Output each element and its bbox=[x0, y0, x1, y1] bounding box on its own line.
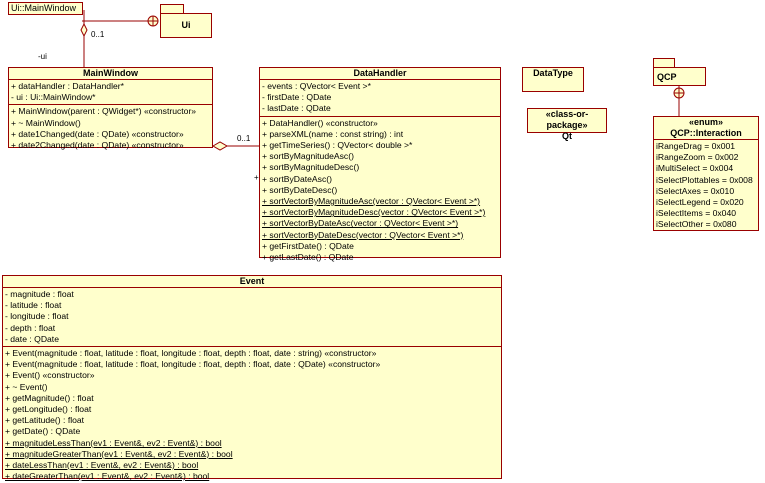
aggregation-diamond-dh bbox=[211, 141, 229, 151]
datatype-class[interactable]: DataType bbox=[522, 67, 584, 92]
datahandler-operation: + getFirstDate() : QDate bbox=[262, 240, 354, 251]
event-operation: + getLatitude() : float bbox=[5, 415, 85, 426]
mainwindow-class[interactable]: MainWindow + dataHandler : DataHandler* -… bbox=[8, 67, 213, 150]
qcp-package[interactable]: QCP bbox=[653, 67, 706, 86]
aggregation-diamond-ui bbox=[80, 22, 88, 38]
event-operation: + magnitudeGreaterThan(ev1 : Event&, ev2… bbox=[5, 448, 233, 459]
event-title: Event bbox=[239, 276, 265, 286]
event-operation: + Event(magnitude : float, latitude : fl… bbox=[5, 348, 377, 359]
interaction-literal: iSelectOther = 0x080 bbox=[656, 219, 737, 230]
datahandler-attribute: - lastDate : QDate bbox=[262, 103, 331, 114]
mainwindow-operation: + date2Changed(date : QDate) «constructo… bbox=[11, 140, 184, 151]
interaction-literal: iMultiSelect = 0x004 bbox=[656, 163, 734, 174]
mainwindow-attribute: + dataHandler : DataHandler* bbox=[11, 81, 124, 91]
ui-mainwindow-class[interactable]: Ui::MainWindow bbox=[8, 2, 83, 15]
datahandler-operation: + DataHandler() «constructor» bbox=[262, 117, 378, 128]
mainwindow-attributes: + dataHandler : DataHandler* - ui : Ui::M… bbox=[9, 79, 212, 104]
multiplicity-datahandler: 0..1 bbox=[237, 134, 251, 143]
event-operation: + dateGreaterThan(ev1 : Event&, ev2 : Ev… bbox=[5, 471, 210, 482]
event-operation: + Event() «constructor» bbox=[5, 370, 95, 381]
mainwindow-operations: + MainWindow(parent : QWidget*) «constru… bbox=[9, 104, 212, 152]
interaction-literal: iSelectItems = 0x040 bbox=[656, 208, 737, 219]
ui-mainwindow-title: Ui::MainWindow bbox=[11, 3, 77, 13]
event-operation: + dateLessThan(ev1 : Event&, ev2 : Event… bbox=[5, 460, 199, 471]
ui-package-title: Ui bbox=[181, 20, 191, 30]
interaction-header: «enum» QCP::Interaction bbox=[654, 117, 758, 139]
datahandler-operation: + sortVectorByDateAsc(vector : QVector< … bbox=[262, 218, 459, 229]
interaction-literal: iSelectLegend = 0x020 bbox=[656, 197, 744, 208]
interaction-literal: iSelectAxes = 0x010 bbox=[656, 185, 735, 196]
qt-title: Qt bbox=[562, 131, 572, 141]
association-plus: + bbox=[254, 173, 259, 182]
event-attribute: - longitude : float bbox=[5, 311, 69, 322]
datahandler-operation: + getTimeSeries() : QVector< double >* bbox=[262, 140, 413, 151]
datahandler-operation: + sortVectorByMagnitudeAsc(vector : QVec… bbox=[262, 196, 481, 207]
qcp-package-title: QCP bbox=[657, 72, 677, 82]
event-attribute: - latitude : float bbox=[5, 300, 62, 311]
datatype-title: DataType bbox=[533, 68, 573, 78]
qt-stereotype: «class-or-package» bbox=[545, 109, 589, 130]
ui-package[interactable]: Ui bbox=[160, 13, 212, 38]
event-attribute: - depth : float bbox=[5, 322, 56, 333]
interaction-stereotype: «enum» bbox=[688, 117, 723, 127]
event-operation: + getLongitude() : float bbox=[5, 404, 92, 415]
datahandler-operation: + sortByDateDesc() bbox=[262, 184, 338, 195]
interaction-literals: iRangeDrag = 0x001 iRangeZoom = 0x002 iMul… bbox=[654, 139, 758, 232]
datahandler-operations: + DataHandler() «constructor» + parseXML(… bbox=[260, 115, 500, 265]
mainwindow-attribute: - ui : Ui::MainWindow* bbox=[11, 92, 96, 103]
datahandler-attribute: - firstDate : QDate bbox=[262, 92, 332, 103]
mainwindow-title: MainWindow bbox=[83, 68, 138, 78]
role-ui: -ui bbox=[38, 52, 47, 61]
interaction-literal: iRangeDrag = 0x001 bbox=[656, 141, 736, 151]
qt-header: «class-or-package» Qt bbox=[528, 109, 606, 142]
interaction-enum[interactable]: «enum» QCP::Interaction iRangeDrag = 0x0… bbox=[653, 116, 759, 231]
event-operation: + getDate() : QDate bbox=[5, 426, 81, 437]
event-operation: + ~ Event() bbox=[5, 381, 48, 392]
datahandler-class[interactable]: DataHandler - events : QVector< Event >*… bbox=[259, 67, 501, 262]
qt-class[interactable]: «class-or-package» Qt bbox=[527, 108, 607, 141]
datahandler-attributes: - events : QVector< Event >* - firstDate … bbox=[260, 79, 500, 116]
multiplicity-ui: 0..1 bbox=[91, 30, 105, 39]
mainwindow-operation: + ~ MainWindow() bbox=[11, 117, 81, 128]
datahandler-operation: + sortByDateAsc() bbox=[262, 173, 332, 184]
interaction-literal: iSelectPlottables = 0x008 bbox=[656, 174, 753, 185]
datahandler-title: DataHandler bbox=[353, 68, 407, 78]
datahandler-operation: + getLastDate() : QDate bbox=[262, 252, 354, 263]
event-operations: + Event(magnitude : float, latitude : fl… bbox=[3, 346, 501, 483]
datahandler-operation: + sortVectorByDateDesc(vector : QVector<… bbox=[262, 229, 464, 240]
datahandler-operation: + sortVectorByMagnitudeDesc(vector : QVe… bbox=[262, 207, 486, 218]
datahandler-operation: + sortByMagnitudeAsc() bbox=[262, 151, 354, 162]
event-attributes: - magnitude : float - latitude : float - l… bbox=[3, 287, 501, 346]
event-operation: + getMagnitude() : float bbox=[5, 392, 94, 403]
mainwindow-operation: + MainWindow(parent : QWidget*) «constru… bbox=[11, 106, 197, 117]
interaction-literal: iRangeZoom = 0x002 bbox=[656, 152, 739, 163]
event-class[interactable]: Event - magnitude : float - latitude : fl… bbox=[2, 275, 502, 481]
event-attribute: - date : QDate bbox=[5, 333, 59, 344]
interaction-title: QCP::Interaction bbox=[670, 128, 742, 138]
mainwindow-operation: + date1Changed(date : QDate) «constructo… bbox=[11, 128, 184, 139]
datahandler-attribute: - events : QVector< Event >* bbox=[262, 81, 371, 91]
event-attribute: - magnitude : float bbox=[5, 289, 74, 299]
datahandler-operation: + parseXML(name : const string) : int bbox=[262, 128, 404, 139]
datahandler-operation: + sortByMagnitudeDesc() bbox=[262, 162, 360, 173]
event-operation: + magnitudeLessThan(ev1 : Event&, ev2 : … bbox=[5, 437, 222, 448]
event-operation: + Event(magnitude : float, latitude : fl… bbox=[5, 359, 381, 370]
